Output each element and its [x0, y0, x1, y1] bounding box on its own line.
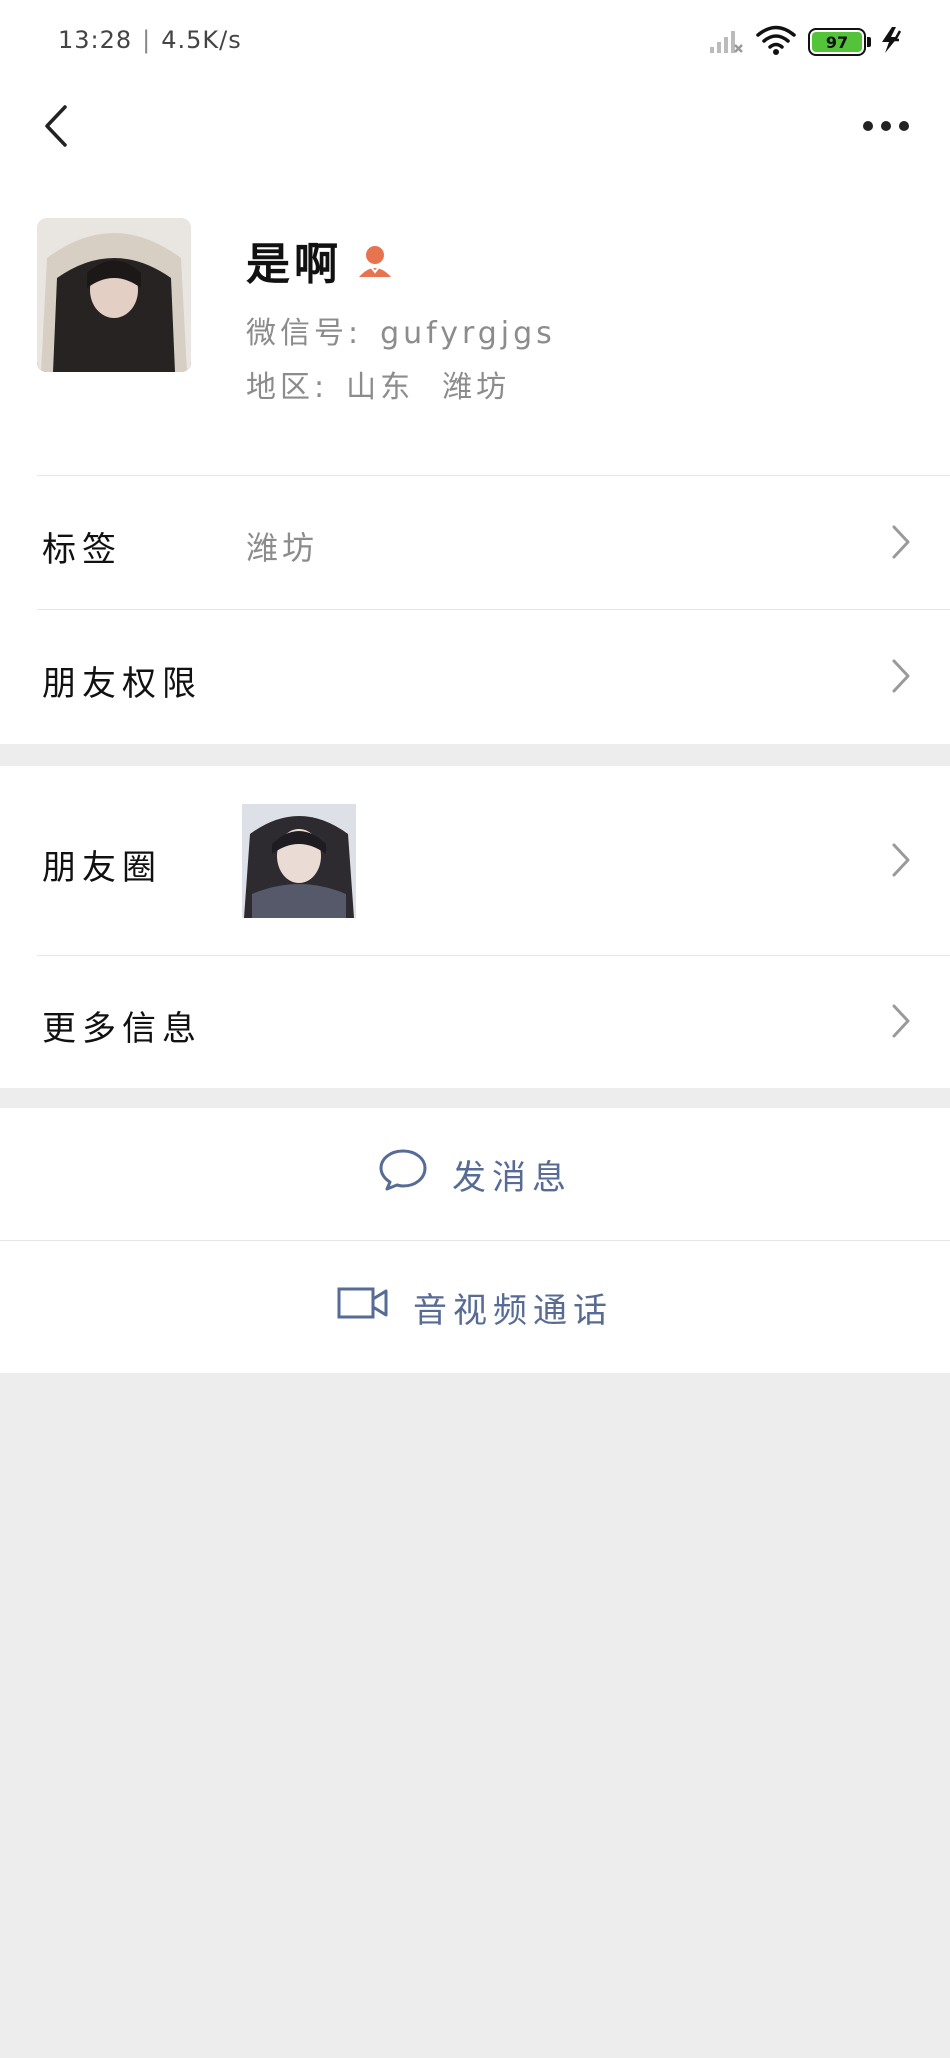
status-icons: 97	[708, 24, 906, 60]
friend-permissions-label: 朋友权限	[42, 664, 202, 704]
more-info-label: 更多信息	[42, 1009, 202, 1049]
moments-label: 朋友圈	[42, 848, 162, 888]
battery-level: 97	[812, 32, 862, 52]
status-separator: |	[142, 26, 152, 54]
status-left: 13:28 | 4.5K/s	[58, 26, 242, 54]
star-friend-icon	[356, 241, 394, 279]
status-time: 13:28	[58, 26, 133, 54]
chevron-right-icon	[890, 1003, 912, 1043]
chevron-right-icon	[890, 524, 912, 564]
moments-row[interactable]: 朋友圈	[0, 766, 950, 956]
wifi-icon	[756, 24, 796, 60]
section-gap	[0, 1088, 950, 1108]
section-gap	[0, 744, 950, 766]
avatar[interactable]	[37, 218, 191, 372]
more-info-row[interactable]: 更多信息	[0, 956, 950, 1088]
top-navigation-bar	[0, 84, 950, 168]
cellular-signal-icon	[708, 25, 744, 59]
wechat-id-label: 微信号:	[246, 316, 363, 351]
chevron-right-icon	[890, 658, 912, 698]
wechat-id-line: 微信号: gufyrgjgs	[246, 308, 556, 352]
tags-row[interactable]: 标签 潍坊	[0, 476, 950, 610]
send-message-button[interactable]: 发消息	[0, 1108, 950, 1240]
chat-bubble-icon	[378, 1148, 428, 1201]
region-label: 地区:	[246, 370, 329, 405]
charging-icon	[878, 25, 906, 59]
region-city: 潍坊	[442, 370, 511, 405]
video-call-label: 音视频通话	[413, 1290, 613, 1331]
profile-name: 是啊	[246, 228, 394, 292]
region-line: 地区: 山东 潍坊	[246, 362, 510, 406]
region-province: 山东	[346, 370, 415, 405]
chevron-left-icon	[45, 105, 67, 147]
status-bar: 13:28 | 4.5K/s 97	[0, 0, 950, 84]
network-speed: 4.5K/s	[161, 26, 242, 54]
more-options-button[interactable]	[850, 98, 922, 154]
tags-value: 潍坊	[246, 529, 319, 567]
wechat-id-value: gufyrgjgs	[380, 316, 556, 351]
send-message-label: 发消息	[452, 1157, 572, 1198]
profile-name-text: 是啊	[246, 239, 342, 290]
friend-permissions-row[interactable]: 朋友权限	[0, 610, 950, 744]
more-dots-icon	[863, 121, 909, 131]
tags-label: 标签	[42, 530, 122, 570]
video-call-button[interactable]: 音视频通话	[0, 1241, 950, 1373]
battery-indicator: 97	[808, 28, 871, 56]
back-button[interactable]	[28, 98, 84, 154]
profile-header: 是啊 微信号: gufyrgjgs 地区: 山东 潍坊	[0, 168, 950, 476]
chevron-right-icon	[890, 842, 912, 882]
moments-thumbnail	[242, 804, 356, 918]
video-camera-icon	[337, 1286, 389, 1329]
